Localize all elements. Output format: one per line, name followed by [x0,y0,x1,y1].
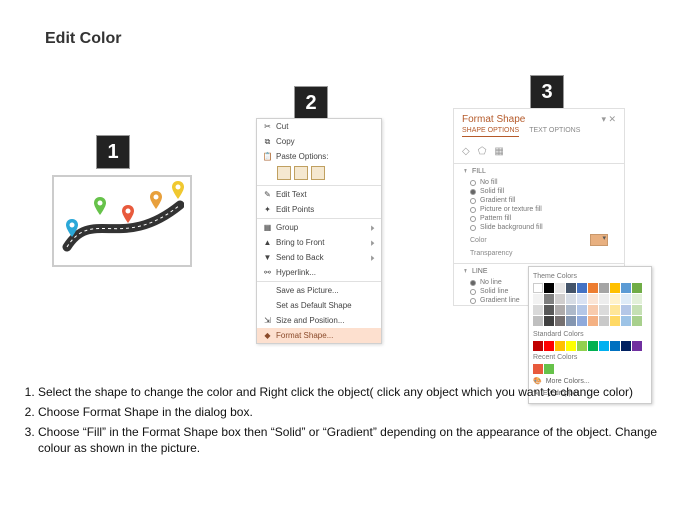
fill-section-header[interactable]: ▼FILL [454,165,624,178]
menu-group[interactable]: ▦Group▶ [257,220,381,235]
group-icon: ▦ [263,223,272,232]
menu-copy[interactable]: ⧉Copy [257,134,381,149]
menu-bring-front[interactable]: ▲Bring to Front▶ [257,235,381,250]
hyperlink-icon: ⚯ [263,268,272,277]
paste-option-thumbs[interactable] [257,164,381,184]
theme-colors-label: Theme Colors [533,271,647,282]
context-menu: ✂Cut ⧉Copy 📋Paste Options: ✎Edit Text ✦E… [256,118,382,344]
radio-no-fill[interactable]: No fill [454,178,624,187]
radio-solid-fill[interactable]: Solid fill [454,187,624,196]
selected-shape-panel[interactable] [52,175,192,267]
transparency-row[interactable]: Transparency [454,248,624,259]
menu-size-position[interactable]: ⇲Size and Position... [257,313,381,328]
recent-colors-label: Recent Colors [533,352,647,363]
step-badge-3: 3 [530,75,564,109]
radio-slidebg-fill[interactable]: Slide background fill [454,223,624,232]
size-tab-icon[interactable]: ▦ [494,146,503,157]
map-pin-icon[interactable] [172,181,184,199]
edit-points-icon: ✦ [263,205,272,214]
radio-picture-fill[interactable]: Picture or texture fill [454,205,624,214]
menu-edit-text[interactable]: ✎Edit Text [257,187,381,202]
format-shape-icon: ◆ [263,331,272,340]
menu-cut[interactable]: ✂Cut [257,119,381,134]
menu-paste-options[interactable]: 📋Paste Options: [257,149,381,164]
recent-colors-row[interactable] [533,363,647,375]
copy-icon: ⧉ [263,137,272,146]
instruction-1: Select the shape to change the color and… [38,384,684,401]
page-title: Edit Color [45,30,121,48]
send-back-icon: ▼ [263,253,272,262]
step-badge-2: 2 [294,86,328,120]
paste-icon: 📋 [263,152,272,161]
instruction-2: Choose Format Shape in the dialog box. [38,404,684,421]
instructions: Select the shape to change the color and… [12,384,684,460]
size-icon: ⇲ [263,316,272,325]
bring-front-icon: ▲ [263,238,272,247]
fill-color-swatch[interactable] [590,234,608,246]
map-pin-icon[interactable] [94,197,106,215]
effects-tab-icon[interactable]: ⬠ [478,146,487,157]
standard-colors-label: Standard Colors [533,329,647,340]
fill-color-row[interactable]: Color [454,232,624,248]
menu-set-default[interactable]: Set as Default Shape [257,298,381,313]
close-icon[interactable]: ▾ ✕ [601,114,616,125]
map-pin-icon[interactable] [66,219,78,237]
cut-icon: ✂ [263,122,272,131]
radio-gradient-fill[interactable]: Gradient fill [454,196,624,205]
menu-hyperlink[interactable]: ⚯Hyperlink... [257,265,381,280]
map-pin-icon[interactable] [150,191,162,209]
tab-text-options[interactable]: TEXT OPTIONS [529,127,580,137]
menu-save-picture[interactable]: Save as Picture... [257,283,381,298]
fill-line-tab-icon[interactable]: ◇ [462,146,470,157]
instruction-3: Choose “Fill” in the Format Shape box th… [38,424,684,458]
format-pane-title: Format Shape [462,114,525,125]
tab-shape-options[interactable]: SHAPE OPTIONS [462,127,519,137]
menu-send-back[interactable]: ▼Send to Back▶ [257,250,381,265]
standard-colors-row[interactable] [533,340,647,352]
menu-format-shape[interactable]: ◆Format Shape... [257,328,381,343]
radio-pattern-fill[interactable]: Pattern fill [454,214,624,223]
step-badge-1: 1 [96,135,130,169]
menu-edit-points[interactable]: ✦Edit Points [257,202,381,217]
edit-text-icon: ✎ [263,190,272,199]
map-pin-icon[interactable] [122,205,134,223]
theme-colors-grid[interactable] [533,282,647,329]
